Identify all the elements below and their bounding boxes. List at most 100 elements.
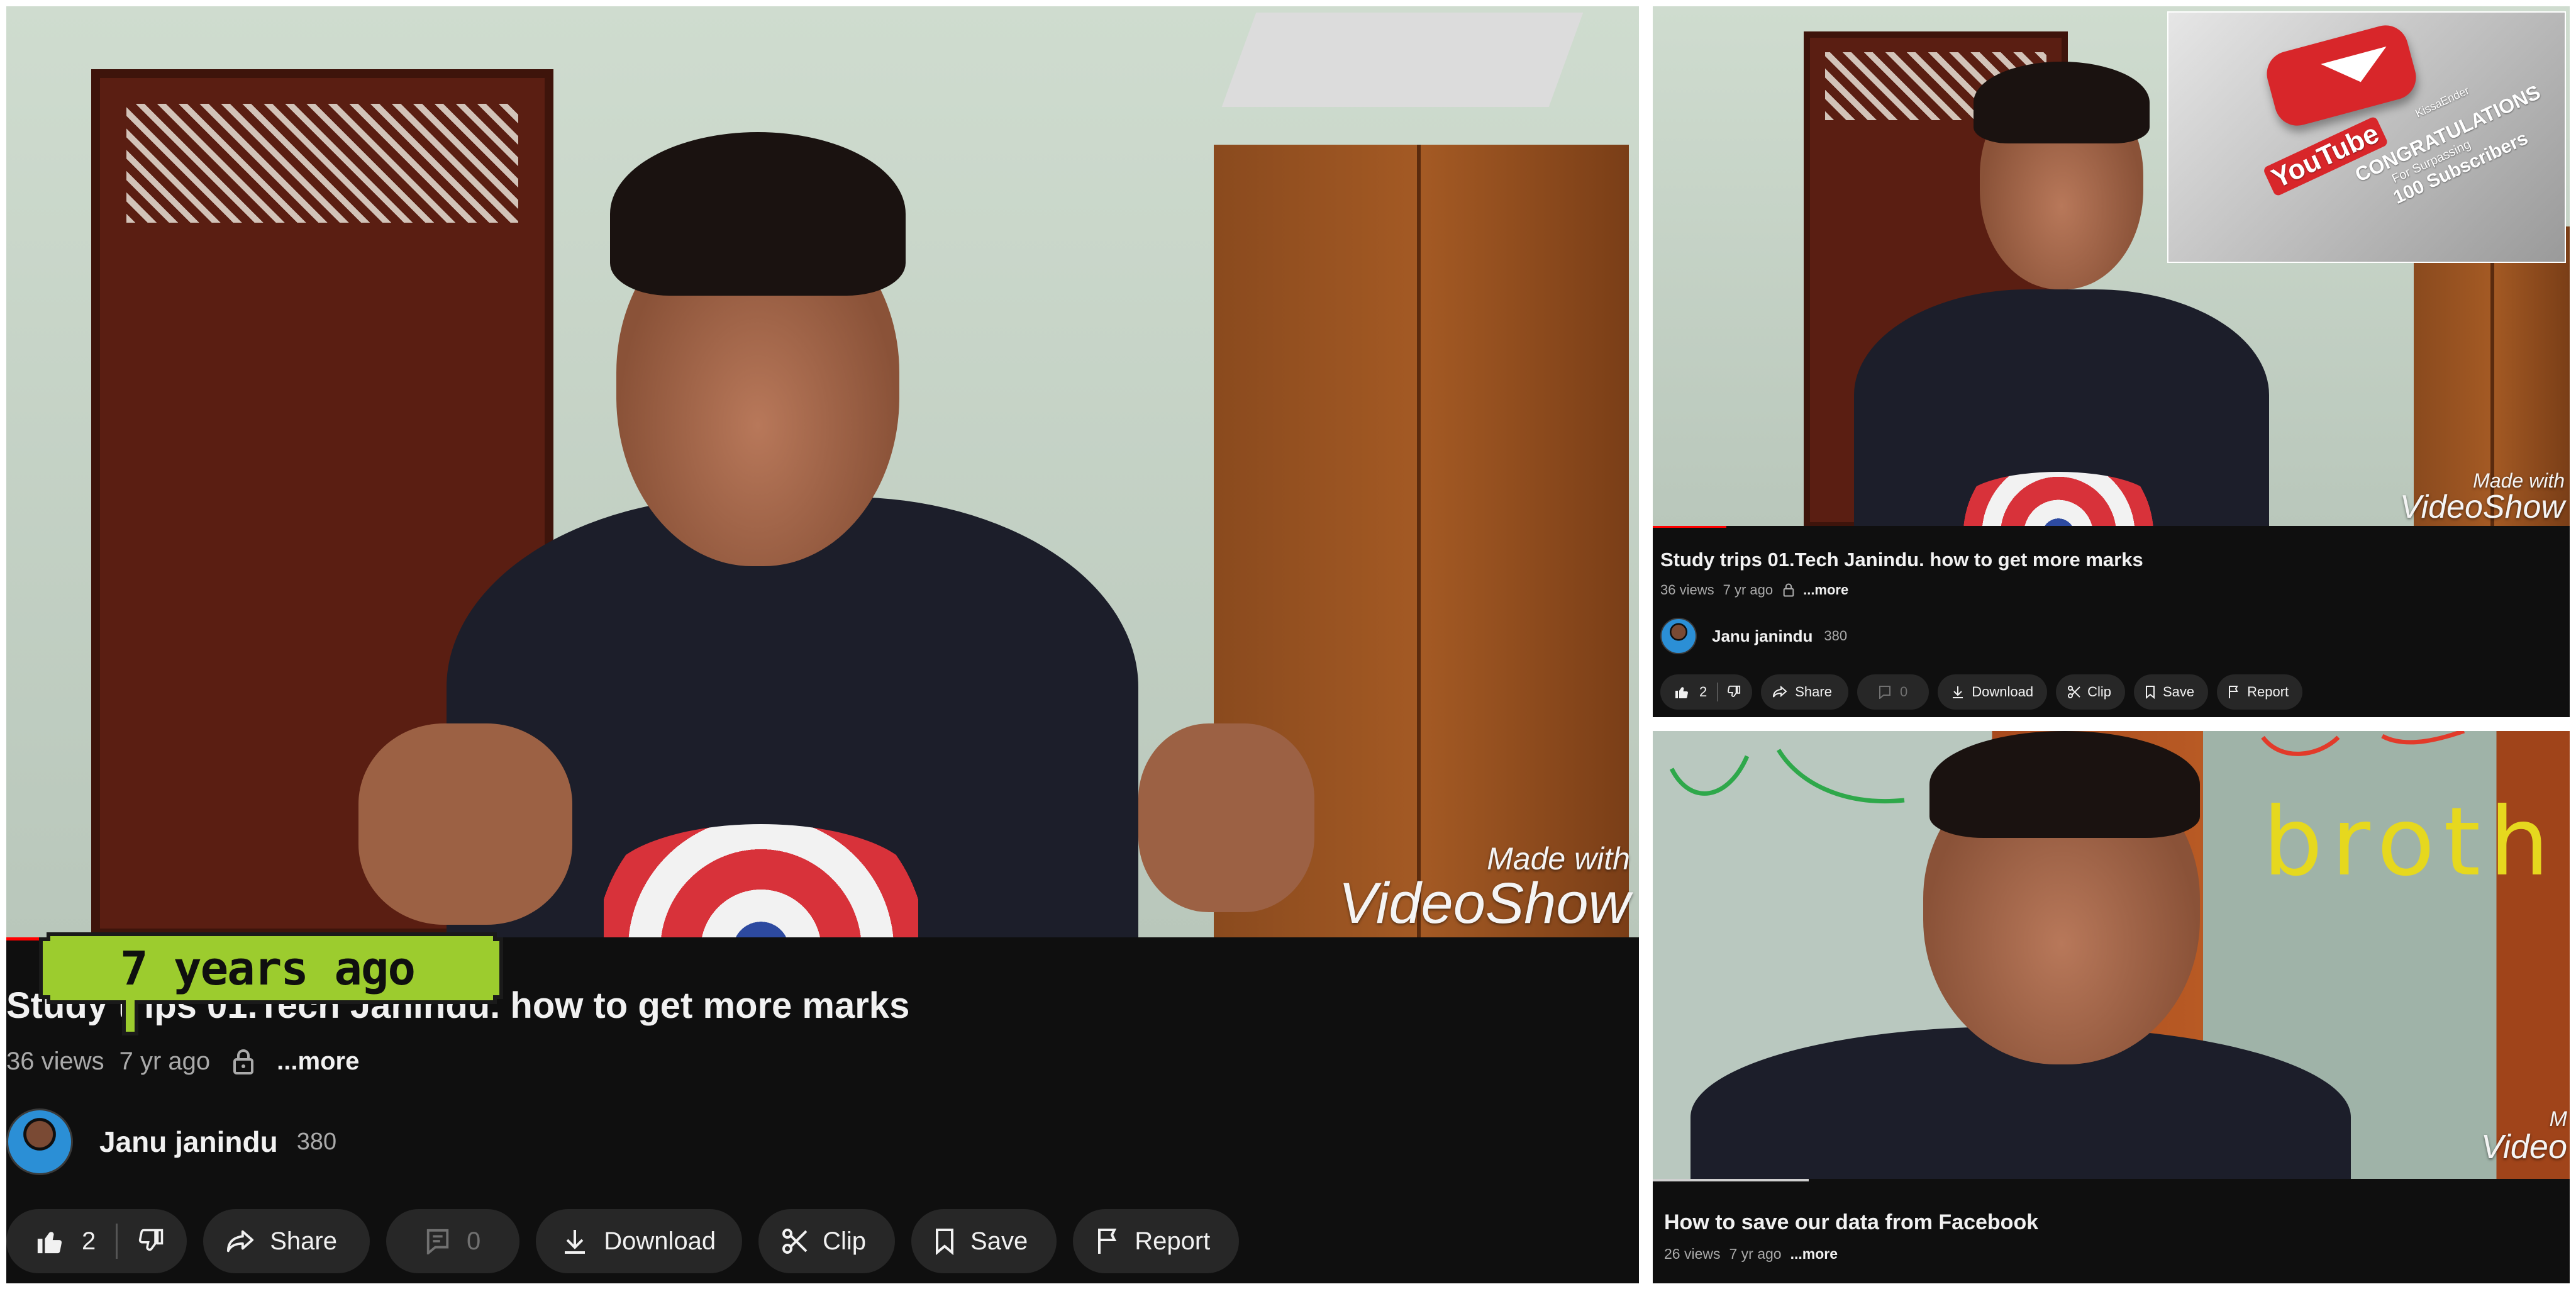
more-link[interactable]: ...more [277,1047,359,1076]
video-watermark: Made with VideoShow [1338,843,1630,932]
tr-progress-bar[interactable] [1653,526,1726,528]
br-watermark-line1: M [2549,1107,2567,1131]
like-count: 2 [82,1227,96,1255]
br-watermark-line2: Video [2480,1128,2567,1166]
comments-button[interactable]: 0 [386,1209,520,1273]
channel-avatar[interactable] [6,1108,73,1175]
report-button[interactable]: Report [1073,1209,1240,1273]
bookmark-icon [934,1227,955,1255]
watermark-line1: Made with [1487,841,1630,876]
share-icon [226,1229,255,1254]
view-count: 36 views [6,1047,104,1075]
tr-report-label: Report [2247,684,2289,700]
like-icon[interactable] [35,1227,64,1256]
br-video-person-hair [1929,731,2200,838]
main-video-panel: Made with VideoShow Study trips 01.Tech … [6,6,1639,1283]
clip-button[interactable]: Clip [758,1209,896,1273]
download-icon [562,1227,587,1255]
tr-like-dislike-group: 2 [1660,674,1753,710]
tr-flag-icon [2228,685,2240,699]
video-device [1221,13,1584,107]
channel-name[interactable]: Janu janindu [99,1125,278,1159]
tr-report-button[interactable]: Report [2217,674,2303,710]
download-label: Download [604,1227,716,1255]
tr-download-label: Download [1972,684,2034,700]
comment-count: 0 [467,1227,481,1255]
tr-like-separator [1717,683,1719,701]
video-person-hand-right [1138,723,1314,912]
report-label: Report [1135,1227,1211,1255]
tr-private-lock-icon [1783,583,1794,597]
tr-video-meta: 36 views 7 yr ago ...more [1660,582,1848,598]
tr-comment-icon [1879,685,1891,699]
br-upload-age: 7 yr ago [1729,1246,1782,1262]
tr-upload-age: 7 yr ago [1723,582,1774,598]
save-label: Save [970,1227,1028,1255]
watermark-line2: VideoShow [1338,871,1630,935]
tr-channel-name[interactable]: Janu janindu [1712,627,1813,646]
action-bar: 2 Share 0 Download Clip Save Report [6,1209,1240,1273]
flag-icon [1097,1227,1119,1255]
tr-video-person-hair [1974,62,2150,143]
tr-save-button[interactable]: Save [2133,674,2209,710]
tr-share-icon [1772,686,1787,698]
tr-watermark-line1: Made with [2473,469,2565,492]
tr-watermark-line2: VideoShow [2399,489,2565,525]
clip-label: Clip [823,1227,867,1255]
tr-action-bar: 2 Share 0 Download Clip Save Report [1660,674,2303,710]
tr-download-button[interactable]: Download [1938,674,2048,710]
tr-channel-row: Janu janindu 380 [1660,618,1847,654]
br-video-watermark: M Video [2481,1108,2567,1164]
tr-subscriber-count: 380 [1824,628,1848,644]
br-more-link[interactable]: ...more [1790,1246,1838,1263]
tr-like-count: 2 [1699,684,1707,700]
tr-like-icon[interactable] [1674,684,1689,700]
age-sticker: 7 years ago [35,928,506,1047]
top-right-video-panel: YouTube KissaEnder CONGRATULATIONS For S… [1653,6,2570,717]
video-person-hand-left [358,723,572,925]
inset-brand: YouTube [2262,116,2389,197]
main-video-meta: 36 views 7 yr ago ...more [6,1047,359,1076]
tr-clip-button[interactable]: Clip [2056,674,2125,710]
bottom-right-video-player[interactable]: broth M Video [1653,731,2570,1179]
tr-view-count: 36 views [1660,582,1714,598]
download-button[interactable]: Download [536,1209,743,1273]
tr-save-label: Save [2162,684,2195,700]
tr-video-title: Study trips 01.Tech Janindu. how to get … [1660,549,2143,571]
br-view-count: 26 views [1664,1246,1721,1262]
tr-channel-avatar[interactable] [1660,618,1697,654]
video-person-hair [610,132,906,296]
share-button[interactable]: Share [203,1209,370,1273]
tr-comments-button[interactable]: 0 [1857,674,1929,710]
subscriber-count: 380 [296,1128,337,1155]
tr-video-watermark: Made with VideoShow [2400,471,2565,523]
tr-download-icon [1951,685,1964,699]
private-lock-icon [233,1049,254,1075]
br-video-title: How to save our data from Facebook [1664,1210,2039,1234]
save-button[interactable]: Save [911,1209,1057,1273]
top-right-video-player[interactable]: YouTube KissaEnder CONGRATULATIONS For S… [1653,6,2570,526]
tr-dislike-icon[interactable] [1727,685,1741,699]
channel-row: Janu janindu 380 [6,1108,336,1175]
like-separator [116,1224,118,1259]
tr-more-link[interactable]: ...more [1803,582,1848,598]
bottom-right-video-panel: broth M Video How to save our data from … [1653,731,2570,1283]
br-progress-bar[interactable] [1653,1179,1809,1181]
tr-clip-label: Clip [2087,684,2111,700]
tr-video-inset: YouTube KissaEnder CONGRATULATIONS For S… [2167,11,2566,263]
upload-age: 7 yr ago [119,1047,211,1075]
comment-icon [425,1228,450,1254]
tr-scissors-icon [2067,685,2081,699]
tr-share-button[interactable]: Share [1761,674,1848,710]
br-board-word: broth [2263,788,2558,897]
tr-comment-count: 0 [1899,684,1908,700]
share-label: Share [270,1227,337,1255]
main-video-player[interactable]: Made with VideoShow [6,6,1639,937]
like-dislike-group: 2 [6,1209,187,1273]
scissors-icon [781,1227,809,1255]
dislike-icon[interactable] [138,1228,164,1254]
br-video-meta: 26 views 7 yr ago ...more [1664,1246,1838,1263]
age-sticker-text: 7 years ago [119,942,416,996]
tr-bookmark-icon [2145,685,2155,699]
tr-share-label: Share [1795,684,1832,700]
